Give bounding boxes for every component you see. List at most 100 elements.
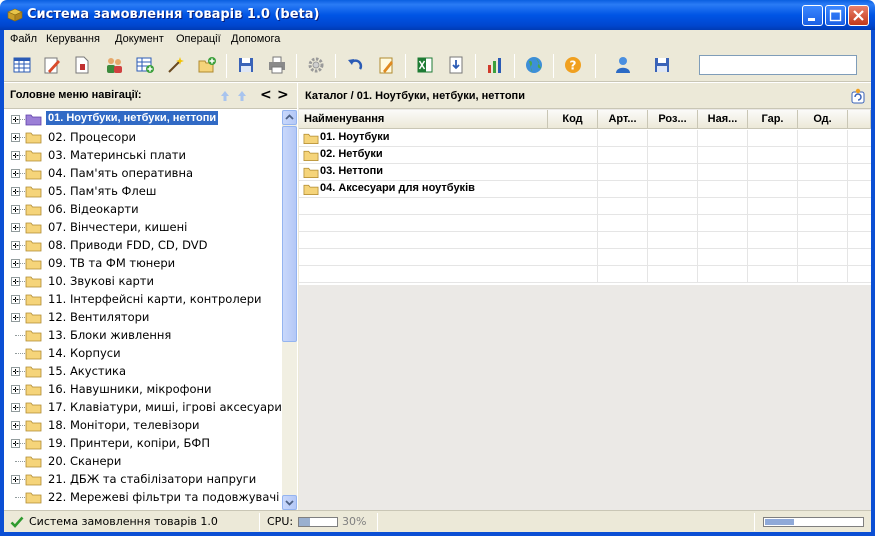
folder-icon <box>25 204 42 216</box>
column-header-name[interactable]: Найменування <box>299 110 548 129</box>
tree-item[interactable]: 12. Вентилятори <box>4 308 282 326</box>
table-row[interactable]: 03. Неттопи <box>299 164 871 181</box>
move-up-icon[interactable] <box>220 90 230 102</box>
tree-item[interactable]: 01. Ноутбуки, нетбуки, неттопи <box>4 110 282 128</box>
tree-item[interactable]: 15. Акустика <box>4 362 282 380</box>
tree-item-label: 06. Відеокарти <box>48 202 139 216</box>
toolbar-separator <box>595 54 596 78</box>
nav-back-button[interactable]: < <box>260 87 272 103</box>
navigation-header: Головне меню навігації: < > <box>4 83 297 109</box>
menu-operations[interactable]: Операції <box>176 33 221 45</box>
move-top-icon[interactable] <box>237 90 247 102</box>
folder-icon <box>25 384 42 396</box>
save-all-icon[interactable] <box>652 55 672 75</box>
tree-item[interactable]: 04. Пам'ять оперативна <box>4 164 282 182</box>
tree-scrollbar[interactable] <box>282 110 297 510</box>
folder-icon <box>25 456 42 468</box>
scroll-up-button[interactable] <box>282 110 297 125</box>
tree-item[interactable]: 03. Материнські плати <box>4 146 282 164</box>
refresh-icon[interactable] <box>850 88 866 104</box>
tree-item[interactable]: 05. Пам'ять Флеш <box>4 182 282 200</box>
folder-icon <box>25 222 42 234</box>
tree-item-label: 13. Блоки живлення <box>48 328 172 342</box>
column-header-unit[interactable]: Од. <box>798 110 848 129</box>
menu-file[interactable]: Файл <box>10 33 37 45</box>
minimize-button[interactable] <box>802 5 823 26</box>
wand-icon[interactable] <box>166 55 186 75</box>
status-separator <box>754 513 755 531</box>
close-button[interactable] <box>848 5 869 26</box>
tree-item[interactable]: 11. Інтерфейсні карти, контролери <box>4 290 282 308</box>
breadcrumb: Каталог / 01. Ноутбуки, нетбуки, неттопи <box>305 90 525 102</box>
add-table-icon[interactable] <box>135 55 155 75</box>
folder-icon <box>25 366 42 378</box>
column-header-size[interactable]: Роз... <box>648 110 698 129</box>
tree-item[interactable]: 10. Звукові карти <box>4 272 282 290</box>
tree-item[interactable]: 18. Монітори, телевізори <box>4 416 282 434</box>
maximize-button[interactable] <box>825 5 846 26</box>
table-icon[interactable] <box>12 55 32 75</box>
import-icon[interactable] <box>446 55 466 75</box>
navigation-pane: Головне меню навігації: < > 01. Ноутбуки… <box>4 83 297 510</box>
tree-item-label: 05. Пам'ять Флеш <box>48 184 157 198</box>
new-folder-icon[interactable] <box>197 55 217 75</box>
table-row[interactable]: 04. Аксесуари для ноутбуків <box>299 181 871 198</box>
tree-item[interactable]: 08. Приводи FDD, CD, DVD <box>4 236 282 254</box>
progress-fill <box>765 519 795 525</box>
globe-icon[interactable] <box>524 55 544 75</box>
menu-control[interactable]: Керування <box>46 33 100 45</box>
tree-item[interactable]: 19. Принтери, копіри, БФП <box>4 434 282 452</box>
column-header-warranty[interactable]: Гар. <box>748 110 798 129</box>
folder-icon <box>303 167 319 179</box>
tree-item-label: 16. Навушники, мікрофони <box>48 382 212 396</box>
tree-item[interactable]: 06. Відеокарти <box>4 200 282 218</box>
table-row[interactable]: 01. Ноутбуки <box>299 130 871 147</box>
cpu-meter-fill <box>299 518 311 526</box>
tree-item-label: 09. ТВ та ФМ тюнери <box>48 256 176 270</box>
tree-item[interactable]: 09. ТВ та ФМ тюнери <box>4 254 282 272</box>
chart-icon[interactable] <box>485 55 505 75</box>
tree-item-label: 07. Вінчестери, кишені <box>48 220 188 234</box>
folder-icon <box>25 114 42 126</box>
table-row[interactable]: 02. Нетбуки <box>299 147 871 164</box>
notepad-icon[interactable] <box>376 55 396 75</box>
tree-item[interactable]: 21. ДБЖ та стабілізатори напруги <box>4 470 282 488</box>
menu-document[interactable]: Документ <box>115 33 164 45</box>
tree-item[interactable]: 17. Клавіатури, миші, ігрові аксесуари <box>4 398 282 416</box>
undo-icon[interactable] <box>345 55 365 75</box>
column-header-availability[interactable]: Ная... <box>698 110 748 129</box>
tree-item[interactable]: 22. Мережеві фільтри та подовжувачі <box>4 488 282 506</box>
user-icon[interactable] <box>613 55 633 75</box>
help-icon[interactable]: ? <box>563 55 583 75</box>
tree-item[interactable]: 20. Сканери <box>4 452 282 470</box>
column-header-code[interactable]: Код <box>548 110 598 129</box>
chevron-down-icon <box>285 500 294 506</box>
print-icon[interactable] <box>267 55 287 75</box>
tree-item[interactable]: 13. Блоки живлення <box>4 326 282 344</box>
tree-item[interactable]: 14. Корпуси <box>4 344 282 362</box>
users-icon[interactable] <box>104 55 124 75</box>
tree-item-label: 10. Звукові карти <box>48 274 154 288</box>
navigation-title: Головне меню навігації: <box>10 89 142 101</box>
minimize-icon <box>808 18 815 21</box>
column-header-article[interactable]: Арт... <box>598 110 648 129</box>
status-separator <box>377 513 378 531</box>
search-input[interactable] <box>699 55 857 75</box>
folder-icon <box>25 402 42 414</box>
tree-item-label: 20. Сканери <box>48 454 122 468</box>
scroll-thumb[interactable] <box>282 126 297 342</box>
tree-item[interactable]: 02. Процесори <box>4 128 282 146</box>
scroll-down-button[interactable] <box>282 495 297 510</box>
save-icon[interactable] <box>236 55 256 75</box>
tree-item[interactable]: 16. Навушники, мікрофони <box>4 380 282 398</box>
menu-help[interactable]: Допомога <box>231 33 280 45</box>
document-icon[interactable] <box>72 55 92 75</box>
tree-item[interactable]: 07. Вінчестери, кишені <box>4 218 282 236</box>
row-name: 03. Неттопи <box>320 165 384 177</box>
excel-icon[interactable] <box>415 55 435 75</box>
edit-icon[interactable] <box>42 55 62 75</box>
settings-icon[interactable] <box>306 55 326 75</box>
toolbar-separator <box>226 54 227 78</box>
nav-forward-button[interactable]: > <box>277 87 289 103</box>
folder-icon <box>25 294 42 306</box>
